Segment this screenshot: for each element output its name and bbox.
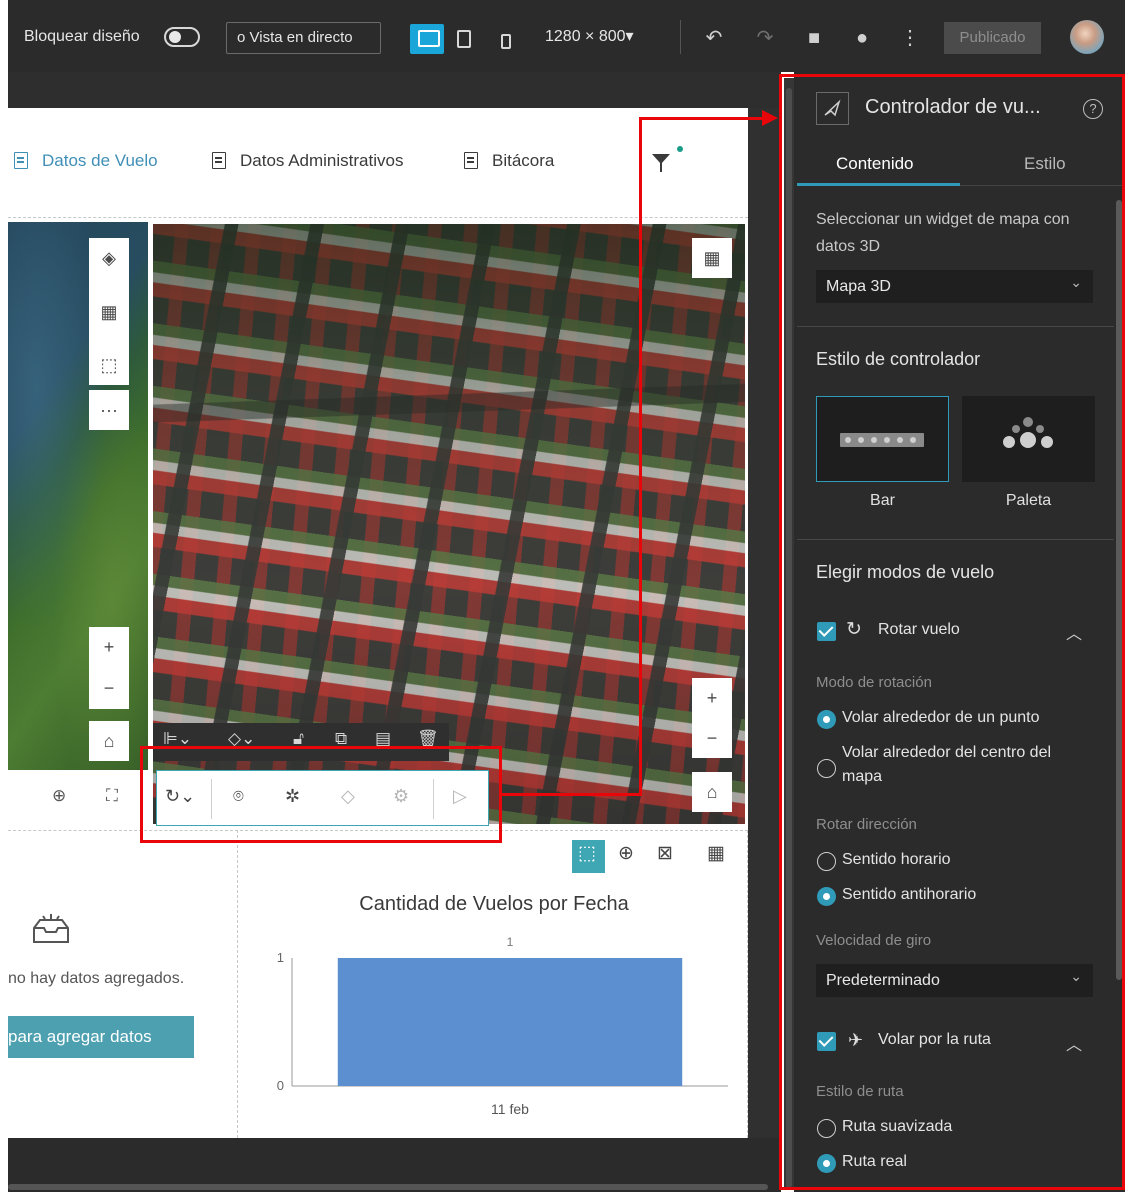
y-tick-label: 0 (277, 1078, 284, 1093)
tablet-view-icon[interactable] (457, 30, 471, 48)
lock-layout-label: Bloquear diseño (24, 28, 140, 45)
clear-selection-icon[interactable]: ⛶ (106, 786, 118, 806)
bar[interactable] (337, 958, 683, 1086)
canvas-top-strip (8, 72, 781, 108)
zoom-in-icon[interactable]: + (89, 627, 129, 667)
preview-icon[interactable]: ● (848, 22, 876, 54)
annotation-arrowhead (762, 110, 778, 126)
publish-button[interactable]: Publicado (944, 22, 1041, 54)
more-icon[interactable]: ··· (89, 390, 129, 430)
zoom-in-icon[interactable]: ⊕ (618, 842, 634, 865)
no-data-message: no hay datos agregados. (8, 970, 185, 987)
annotation-connector (500, 793, 642, 796)
zoom-out-icon[interactable]: − (89, 668, 129, 708)
resolution-dropdown[interactable]: 1280 × 800▾ (545, 24, 634, 50)
live-view-label: Vista en directo (249, 29, 353, 46)
widget-grid-icon[interactable]: ▦ (692, 238, 732, 278)
y-tick-label: 1 (277, 950, 284, 965)
lock-layout-toggle[interactable] (164, 27, 200, 47)
horizontal-scrollbar[interactable] (8, 1184, 768, 1190)
select-icon[interactable]: ⬚ (89, 345, 129, 385)
bar-data-label: 1 (507, 935, 514, 949)
phone-view-icon[interactable] (501, 34, 511, 49)
annotation-connector (639, 117, 763, 120)
select-icon[interactable]: ⬚ (578, 842, 596, 865)
redo-icon[interactable]: ↷ (751, 22, 779, 54)
annotation-settings-panel-box (779, 74, 1125, 1190)
app-root: Bloquear diseño o Vista en directo 1280 … (0, 0, 1125, 1192)
tab-label: Datos de Vuelo (42, 151, 158, 170)
filter-active-indicator (677, 146, 683, 152)
more-options-icon[interactable]: ⋮ (896, 22, 924, 54)
desktop-view-icon[interactable] (410, 24, 444, 54)
zoom-to-icon[interactable]: ⊕ (52, 786, 66, 806)
tab-datos-administrativos[interactable]: Datos Administrativos (212, 150, 403, 172)
clear-selection-icon[interactable]: ⊠ (657, 842, 673, 865)
widget-grid-icon[interactable]: ▦ (89, 292, 129, 332)
avatar[interactable] (1070, 20, 1104, 54)
x-tick-label: 11 feb (491, 1101, 529, 1117)
tab-datos-de-vuelo[interactable]: Datos de Vuelo (14, 150, 158, 172)
live-view-icon: o (237, 29, 250, 46)
annotation-widget-box (140, 746, 502, 843)
zoom-in-icon[interactable]: + (692, 678, 732, 718)
document-icon (212, 152, 226, 169)
inbox-icon (33, 914, 69, 943)
home-icon[interactable]: ⌂ (692, 772, 732, 812)
tab-label: Bitácora (492, 151, 555, 170)
bar-chart: 0 1 1 11 feb (277, 935, 728, 1117)
live-view-button[interactable]: o Vista en directo (226, 22, 381, 54)
annotation-connector (639, 118, 642, 796)
add-data-button[interactable]: para agregar datos (8, 1016, 194, 1058)
tab-label: Datos Administrativos (240, 151, 404, 170)
document-icon (464, 152, 478, 169)
divider (680, 20, 681, 54)
save-icon[interactable]: ■ (800, 22, 828, 54)
document-icon (14, 152, 28, 169)
zoom-out-icon[interactable]: − (692, 718, 732, 758)
tab-bitacora[interactable]: Bitácora (464, 150, 554, 172)
builder-header: Bloquear diseño o Vista en directo 1280 … (8, 0, 1125, 72)
undo-icon[interactable]: ↶ (700, 22, 728, 54)
bar-series: 1 11 feb (337, 935, 683, 1117)
filter-icon[interactable] (652, 152, 672, 174)
layers-icon[interactable]: ◈ (89, 238, 129, 278)
chart-title: Cantidad de Vuelos por Fecha (359, 893, 629, 915)
widget-grid-icon[interactable]: ▦ (707, 842, 725, 865)
left-map-footer (8, 770, 153, 830)
home-icon[interactable]: ⌂ (89, 721, 129, 761)
